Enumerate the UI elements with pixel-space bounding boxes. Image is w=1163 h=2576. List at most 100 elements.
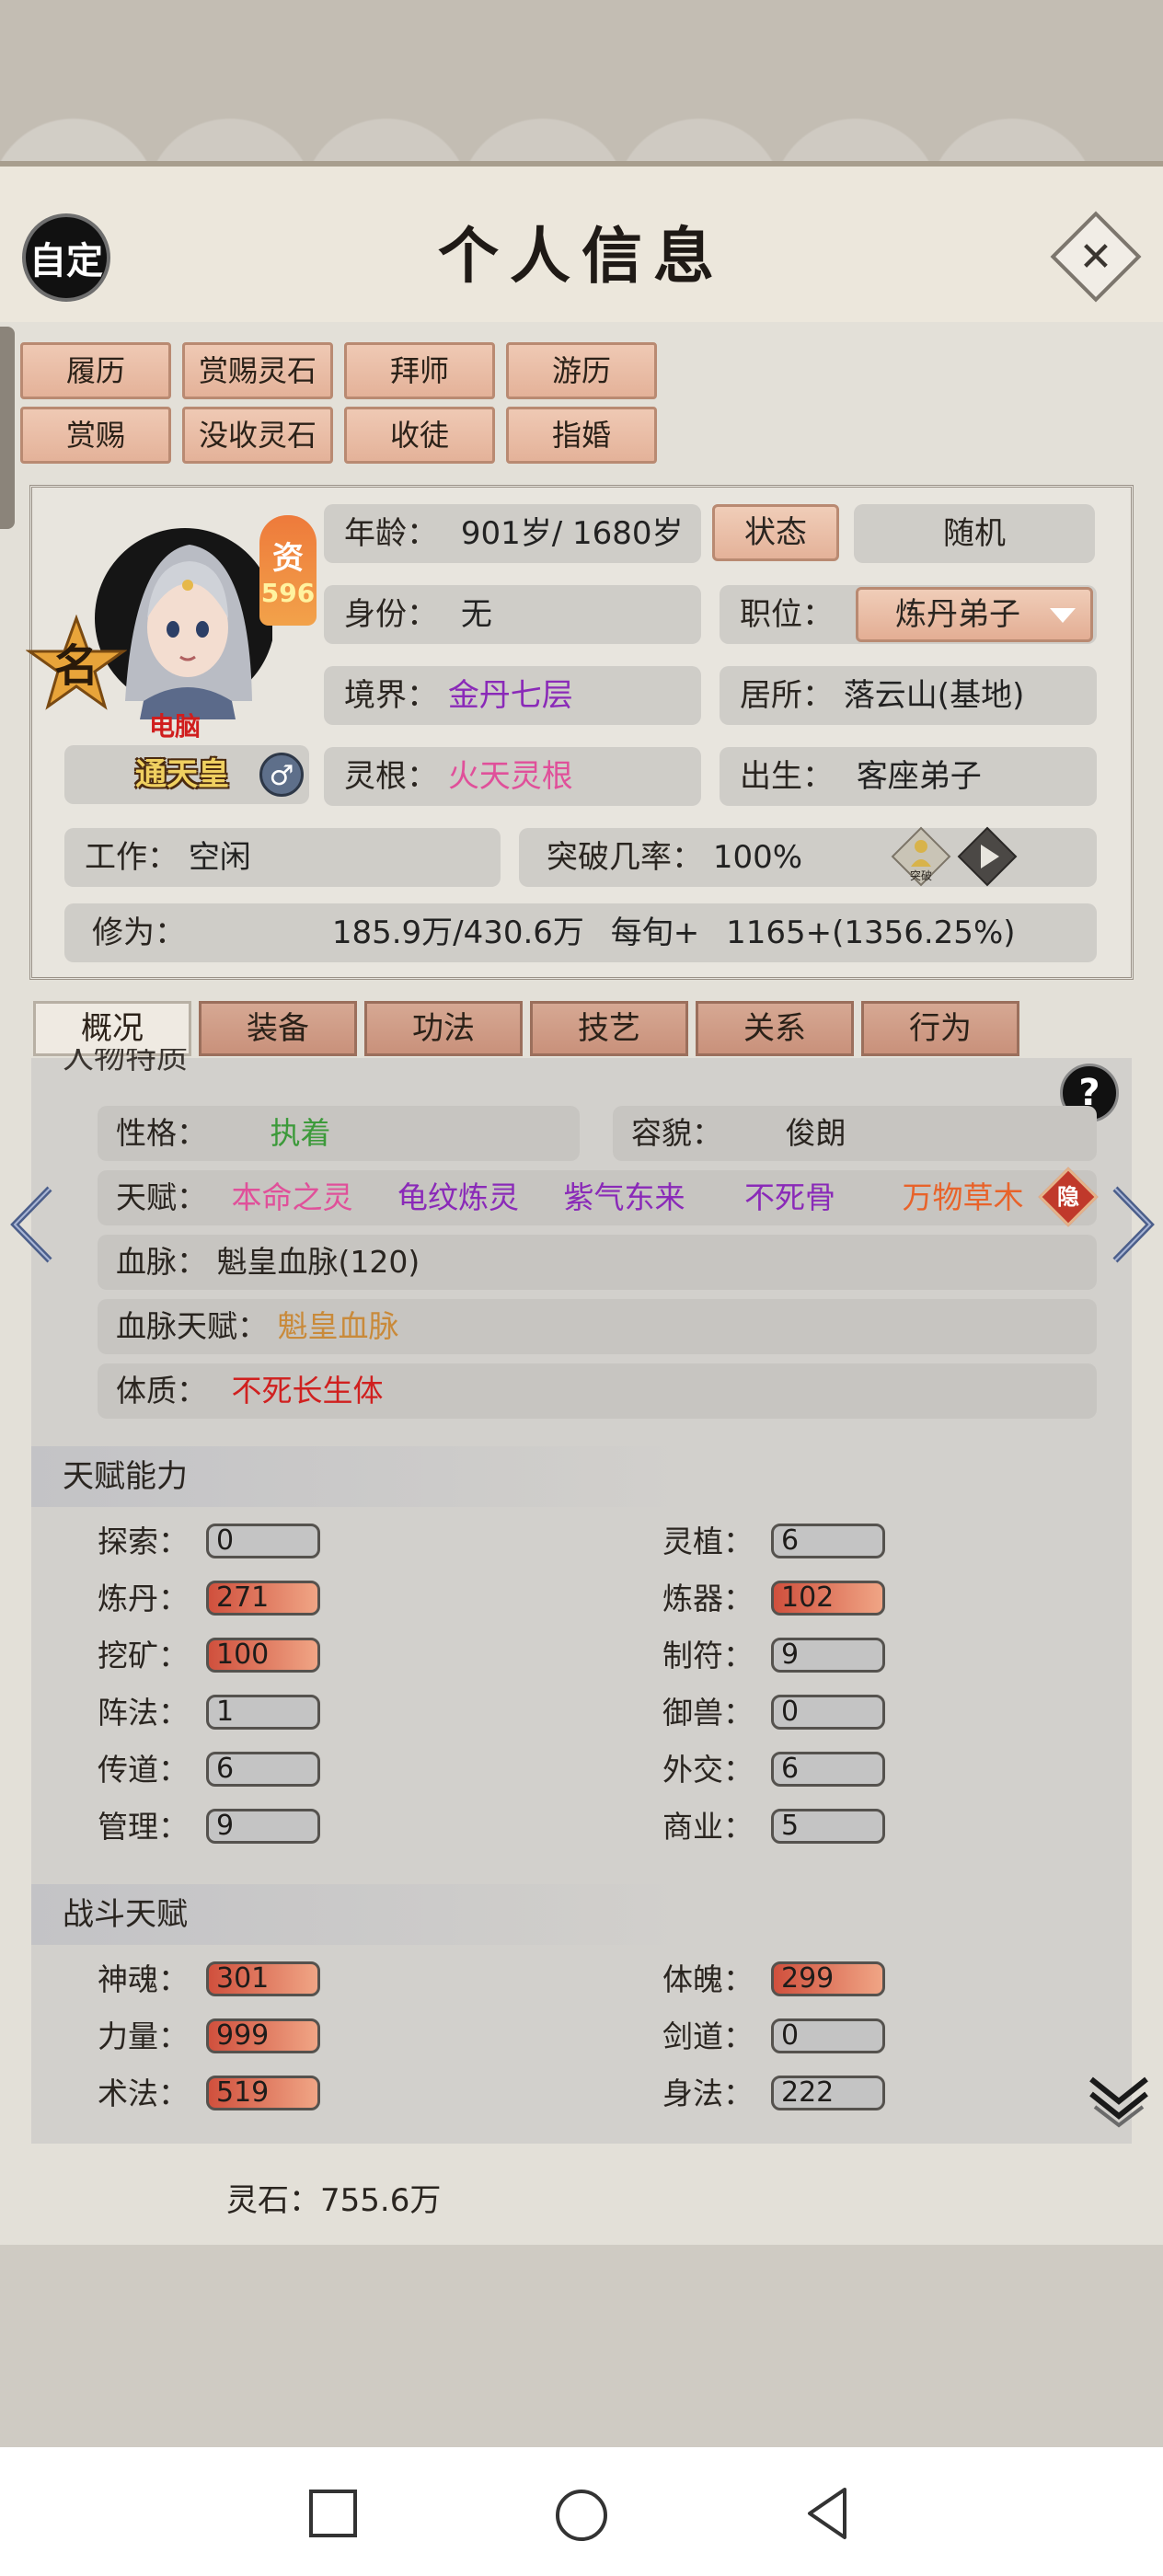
stat-label: 商业：	[662, 1809, 754, 1845]
stat-bar: 9	[771, 1638, 885, 1673]
stat-bar: 100	[206, 1638, 320, 1673]
stat-bar: 102	[771, 1581, 885, 1616]
stat-label: 身法：	[662, 2076, 754, 2111]
stat-label: 外交：	[662, 1752, 754, 1788]
next-character-arrow[interactable]	[1104, 1183, 1159, 1266]
male-icon: ♂	[259, 753, 304, 797]
talent-item[interactable]: 本命之灵	[232, 1179, 353, 1215]
stat-label: 制符：	[662, 1638, 754, 1673]
stat-label: 灵植：	[662, 1524, 754, 1559]
physique-label: 体质：	[116, 1373, 207, 1409]
bloodline-talent-field: 血脉天赋： 魁皇血脉	[98, 1299, 1097, 1354]
tab-behavior[interactable]: 行为	[861, 1001, 1019, 1056]
reward-button[interactable]: 赏赐	[20, 407, 171, 464]
spirit-root-label: 灵根：	[344, 758, 438, 795]
talent-label: 天赋：	[116, 1179, 207, 1215]
aptitude-badge: 资 596	[259, 515, 317, 626]
physique-field: 体质： 不死长生体	[98, 1363, 1097, 1419]
custom-button[interactable]: 自定	[22, 213, 110, 302]
birth-label: 出生：	[740, 758, 834, 795]
chevron-down-icon	[1050, 608, 1076, 623]
breakthrough-value: 100%	[712, 839, 803, 876]
page-title: 个人信息	[438, 220, 725, 292]
side-drawer-handle[interactable]	[0, 327, 15, 529]
stat-bar: 301	[206, 1961, 320, 1996]
stat-label: 探索：	[98, 1524, 189, 1559]
hide-label: 隐	[1057, 1184, 1079, 1210]
arrange-marriage-button[interactable]: 指婚	[506, 407, 657, 464]
work-value: 空闲	[188, 839, 251, 876]
spirit-root-value: 火天灵根	[447, 758, 573, 795]
stat-bar: 6	[771, 1524, 885, 1558]
decorative-background	[0, 0, 1163, 161]
tab-relations[interactable]: 关系	[696, 1001, 854, 1056]
age-field: 年龄： 901岁/ 1680岁	[324, 504, 701, 563]
bloodline-field: 血脉： 魁皇血脉(120)	[98, 1235, 1097, 1290]
close-button[interactable]: ✕	[1050, 211, 1142, 303]
talent-item[interactable]: 万物草木	[903, 1179, 1024, 1215]
stat-bar: 0	[771, 2018, 885, 2053]
controller-tag: 电脑	[149, 711, 202, 742]
back-icon[interactable]	[799, 2484, 858, 2543]
stat-label: 力量：	[98, 2018, 189, 2054]
stat-label: 传道：	[98, 1752, 189, 1788]
talent-item[interactable]: 紫气东来	[564, 1179, 685, 1215]
cultivation-field: 修为： 185.9万/430.6万 每旬+ 1165+(1356.25%)	[64, 903, 1097, 962]
work-label: 工作：	[85, 839, 178, 876]
tab-skills[interactable]: 技艺	[530, 1001, 688, 1056]
travel-button[interactable]: 游历	[506, 342, 657, 399]
history-button[interactable]: 履历	[20, 342, 171, 399]
identity-label: 身份：	[344, 596, 438, 633]
stat-bar: 0	[206, 1524, 320, 1558]
recent-apps-icon[interactable]	[305, 2486, 361, 2541]
appearance-label: 容貌：	[631, 1115, 722, 1151]
realm-value: 金丹七层	[447, 677, 573, 714]
stat-label: 体魄：	[662, 1961, 754, 1997]
aptitude-value: 596	[260, 578, 316, 608]
bottom-area	[0, 2245, 1163, 2447]
stat-bar: 5	[771, 1809, 885, 1844]
position-select[interactable]: 炼丹弟子	[856, 587, 1093, 642]
play-icon[interactable]	[957, 826, 1018, 887]
personality-field: 性格： 执着	[98, 1106, 580, 1161]
fame-star-icon: 名	[26, 615, 127, 710]
stat-label: 阵法：	[98, 1695, 189, 1731]
previous-character-arrow[interactable]	[6, 1183, 61, 1266]
close-icon: ✕	[1050, 211, 1142, 303]
appearance-field: 容貌： 俊朗	[613, 1106, 1097, 1161]
realm-field: 境界： 金丹七层	[324, 666, 701, 725]
physique-value: 不死长生体	[231, 1373, 384, 1409]
talent-field: 天赋： 本命之灵 龟纹炼灵 紫气东来 不死骨 万物草木	[98, 1170, 1097, 1225]
position-label: 职位：	[740, 596, 834, 633]
stat-bar: 6	[206, 1752, 320, 1787]
identity-value: 无	[460, 596, 492, 633]
spirit-stone-total: 灵石：755.6万	[226, 2182, 442, 2219]
talent-item[interactable]: 不死骨	[744, 1179, 835, 1215]
tab-techniques[interactable]: 功法	[364, 1001, 523, 1056]
take-disciple-button[interactable]: 收徒	[344, 407, 495, 464]
tab-overview[interactable]: 概况	[33, 1001, 191, 1056]
breakthrough-icon[interactable]: 突破	[891, 826, 951, 887]
fame-label: 名	[54, 640, 98, 692]
bloodline-talent-value: 魁皇血脉	[277, 1308, 399, 1344]
traits-header-clipped: 人物特质	[63, 1049, 188, 1076]
tab-equipment[interactable]: 装备	[199, 1001, 357, 1056]
stat-label: 炼器：	[662, 1581, 754, 1616]
stat-label: 管理：	[98, 1809, 189, 1845]
stat-bar: 9	[206, 1809, 320, 1844]
stat-bar: 1	[206, 1695, 320, 1730]
personality-value: 执着	[270, 1115, 331, 1151]
home-icon[interactable]	[552, 2486, 611, 2545]
reward-spirit-stone-button[interactable]: 赏赐灵石	[182, 342, 333, 399]
scroll-down-icon[interactable]	[1086, 2070, 1152, 2129]
stat-label: 御兽：	[662, 1695, 754, 1731]
personality-label: 性格：	[116, 1115, 207, 1151]
status-button[interactable]: 状态	[712, 504, 839, 561]
residence-label: 居所：	[740, 677, 834, 714]
stat-label: 神魂：	[98, 1961, 189, 1997]
random-button[interactable]: 随机	[854, 504, 1095, 563]
apprentice-button[interactable]: 拜师	[344, 342, 495, 399]
character-title: 通天皇	[135, 756, 229, 793]
confiscate-spirit-stone-button[interactable]: 没收灵石	[182, 407, 333, 464]
talent-item[interactable]: 龟纹炼灵	[397, 1179, 519, 1215]
